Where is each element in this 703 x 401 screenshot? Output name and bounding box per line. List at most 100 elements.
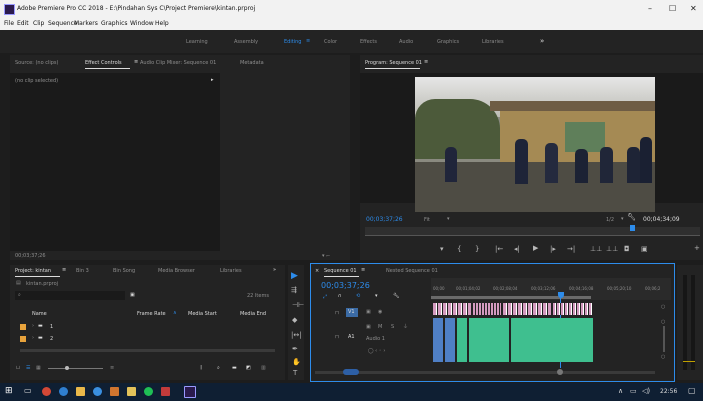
tab-bin-3[interactable]: Bin 3 — [76, 268, 89, 274]
media-player-icon[interactable] — [110, 387, 119, 396]
timeline-zoom-handle-left[interactable] — [343, 369, 359, 375]
fit-dropdown[interactable]: Fit — [424, 217, 430, 223]
menu-help[interactable]: Help — [155, 20, 169, 27]
list-item[interactable]: › ▬ 2 — [10, 333, 275, 345]
mark-out-icon[interactable]: } — [475, 245, 479, 253]
nest-icon[interactable]: ⤢ — [323, 294, 327, 300]
add-marker-icon[interactable]: ▾ — [440, 245, 444, 253]
menu-edit[interactable]: Edit — [17, 20, 29, 27]
video-clip[interactable] — [503, 303, 551, 315]
audio-track-sync-icon[interactable]: ▣ — [366, 324, 371, 330]
video-track-label[interactable]: V1 — [348, 309, 355, 315]
go-to-out-icon[interactable]: →| — [567, 245, 575, 253]
quality-dropdown-arrow-icon[interactable]: ▾ — [621, 216, 624, 222]
tab-bin-song[interactable]: Bin Song — [113, 268, 135, 274]
workspace-color[interactable]: Color — [324, 39, 337, 45]
pen-tool-icon[interactable]: ✒ — [292, 345, 298, 353]
tab-sequence-01[interactable]: Sequence 01 — [324, 268, 357, 274]
tab-program[interactable]: Program: Sequence 01 — [365, 60, 422, 66]
slip-tool-icon[interactable]: |↔| — [291, 331, 302, 339]
type-tool-icon[interactable]: T — [293, 369, 297, 377]
video-app-icon[interactable] — [161, 387, 170, 396]
tab-effect-controls[interactable]: Effect Controls — [85, 60, 122, 66]
new-bin-icon[interactable]: ▬ — [232, 365, 237, 371]
voice-over-icon[interactable]: ⏚ — [403, 323, 408, 330]
timeline-scroll-handle-icon[interactable]: ○ — [661, 354, 665, 360]
lift-icon[interactable]: ⊥⊥ — [590, 245, 602, 253]
extract-icon[interactable]: ⊥⊥ — [606, 245, 618, 253]
tab-audio-clip-mixer[interactable]: Audio Clip Mixer: Sequence 01 — [140, 60, 216, 66]
project-menu-icon[interactable]: ≡ — [62, 267, 66, 273]
tab-metadata[interactable]: Metadata — [240, 60, 264, 66]
timeline-close-icon[interactable]: × — [315, 268, 319, 274]
timeline-timecode[interactable]: 00;03;37;26 — [321, 281, 370, 290]
workspace-learning[interactable]: Learning — [186, 39, 208, 45]
timeline-zoom-handle-right[interactable] — [557, 369, 563, 375]
video-clip[interactable] — [433, 303, 471, 315]
sort-icons-icon[interactable]: ≡ — [110, 365, 114, 371]
sort-ascending-icon[interactable]: ∧ — [173, 310, 177, 316]
store-icon[interactable] — [93, 387, 102, 396]
timeline-zoom-bar[interactable] — [315, 371, 655, 374]
play-icon[interactable]: ▶ — [533, 244, 538, 252]
lock-icon[interactable]: ⊔ — [16, 365, 20, 371]
search-icon[interactable]: ⌕ — [18, 292, 21, 298]
whatsapp-icon[interactable] — [144, 387, 153, 396]
minimize-icon[interactable]: – — [648, 4, 652, 13]
audio-track-label[interactable]: A1 — [348, 334, 355, 340]
solo-icon[interactable]: S — [391, 324, 394, 330]
project-more-icon[interactable]: » — [273, 267, 276, 273]
tab-source[interactable]: Source: (no clips) — [15, 60, 58, 66]
timeline-settings-icon[interactable]: 🔧︎ — [393, 293, 399, 299]
tab-project[interactable]: Project: kintan — [15, 268, 51, 274]
audio-track-controls-icon[interactable]: ◯ ‹ ◦ › — [368, 348, 385, 354]
linked-selection-icon[interactable]: ⟲ — [356, 293, 360, 299]
zoom-slider[interactable] — [48, 368, 103, 369]
workspaces-more-icon[interactable]: » — [540, 37, 544, 45]
program-timecode-current[interactable]: 00;03;37;26 — [366, 216, 403, 223]
sequence-menu-icon[interactable]: ≡ — [361, 267, 365, 273]
video-clip[interactable] — [553, 303, 593, 315]
filter-icon[interactable]: ▾ ⌐ — [322, 253, 330, 259]
chrome-icon[interactable] — [42, 387, 51, 396]
new-bin-from-search-icon[interactable]: ▣ — [130, 292, 135, 298]
workspace-effects[interactable]: Effects — [360, 39, 377, 45]
find-icon[interactable]: ⌕ — [217, 365, 220, 371]
video-clip[interactable] — [473, 303, 501, 315]
premiere-taskbar-icon[interactable] — [184, 386, 196, 398]
workspace-editing[interactable]: Editing — [284, 39, 301, 45]
timeline-vertical-scrollbar[interactable] — [663, 326, 665, 352]
hand-tool-icon[interactable]: ✋ — [292, 358, 301, 366]
close-icon[interactable]: ✕ — [690, 4, 697, 13]
taskbar-clock[interactable]: 22:56 — [660, 388, 677, 395]
button-editor-icon[interactable]: + — [694, 244, 700, 252]
workspace-assembly[interactable]: Assembly — [234, 39, 258, 45]
razor-tool-icon[interactable]: ◆ — [292, 316, 297, 324]
new-item-icon[interactable]: ◩ — [246, 365, 251, 371]
step-forward-icon[interactable]: |▸ — [550, 245, 556, 253]
mute-icon[interactable]: M — [378, 324, 382, 330]
file-explorer-icon[interactable] — [127, 387, 136, 396]
folder-icon[interactable] — [76, 387, 85, 396]
column-frame-rate[interactable]: Frame Rate — [137, 311, 166, 317]
project-search-input[interactable] — [15, 291, 125, 300]
expand-arrow-icon[interactable]: › — [32, 335, 34, 341]
toggle-sync-lock-icon[interactable]: ▣ — [366, 309, 371, 315]
effect-controls-timecode[interactable]: 00;03;37;26 — [15, 253, 46, 259]
work-area-bar[interactable] — [431, 296, 591, 299]
audio-clip[interactable] — [445, 318, 455, 362]
program-viewer[interactable] — [360, 73, 703, 212]
mark-in-icon[interactable]: { — [457, 245, 461, 253]
maximize-icon[interactable]: ☐ — [669, 4, 676, 13]
tab-media-browser[interactable]: Media Browser — [158, 268, 195, 274]
workspace-audio[interactable]: Audio — [399, 39, 413, 45]
timeline-scroll-handle-icon[interactable]: ○ — [661, 304, 665, 310]
timeline-scroll-handle-icon[interactable]: ○ — [661, 319, 665, 325]
wrench-icon[interactable]: 🔧︎ — [627, 213, 636, 221]
edge-icon[interactable] — [59, 387, 68, 396]
export-frame-icon[interactable]: ◘ — [624, 245, 630, 253]
list-view-icon[interactable]: ☰ — [26, 365, 30, 371]
expand-arrow-icon[interactable]: ▸ — [211, 77, 214, 83]
project-scrollbar[interactable] — [20, 349, 275, 352]
selection-tool-icon[interactable]: ▶ — [291, 271, 298, 281]
